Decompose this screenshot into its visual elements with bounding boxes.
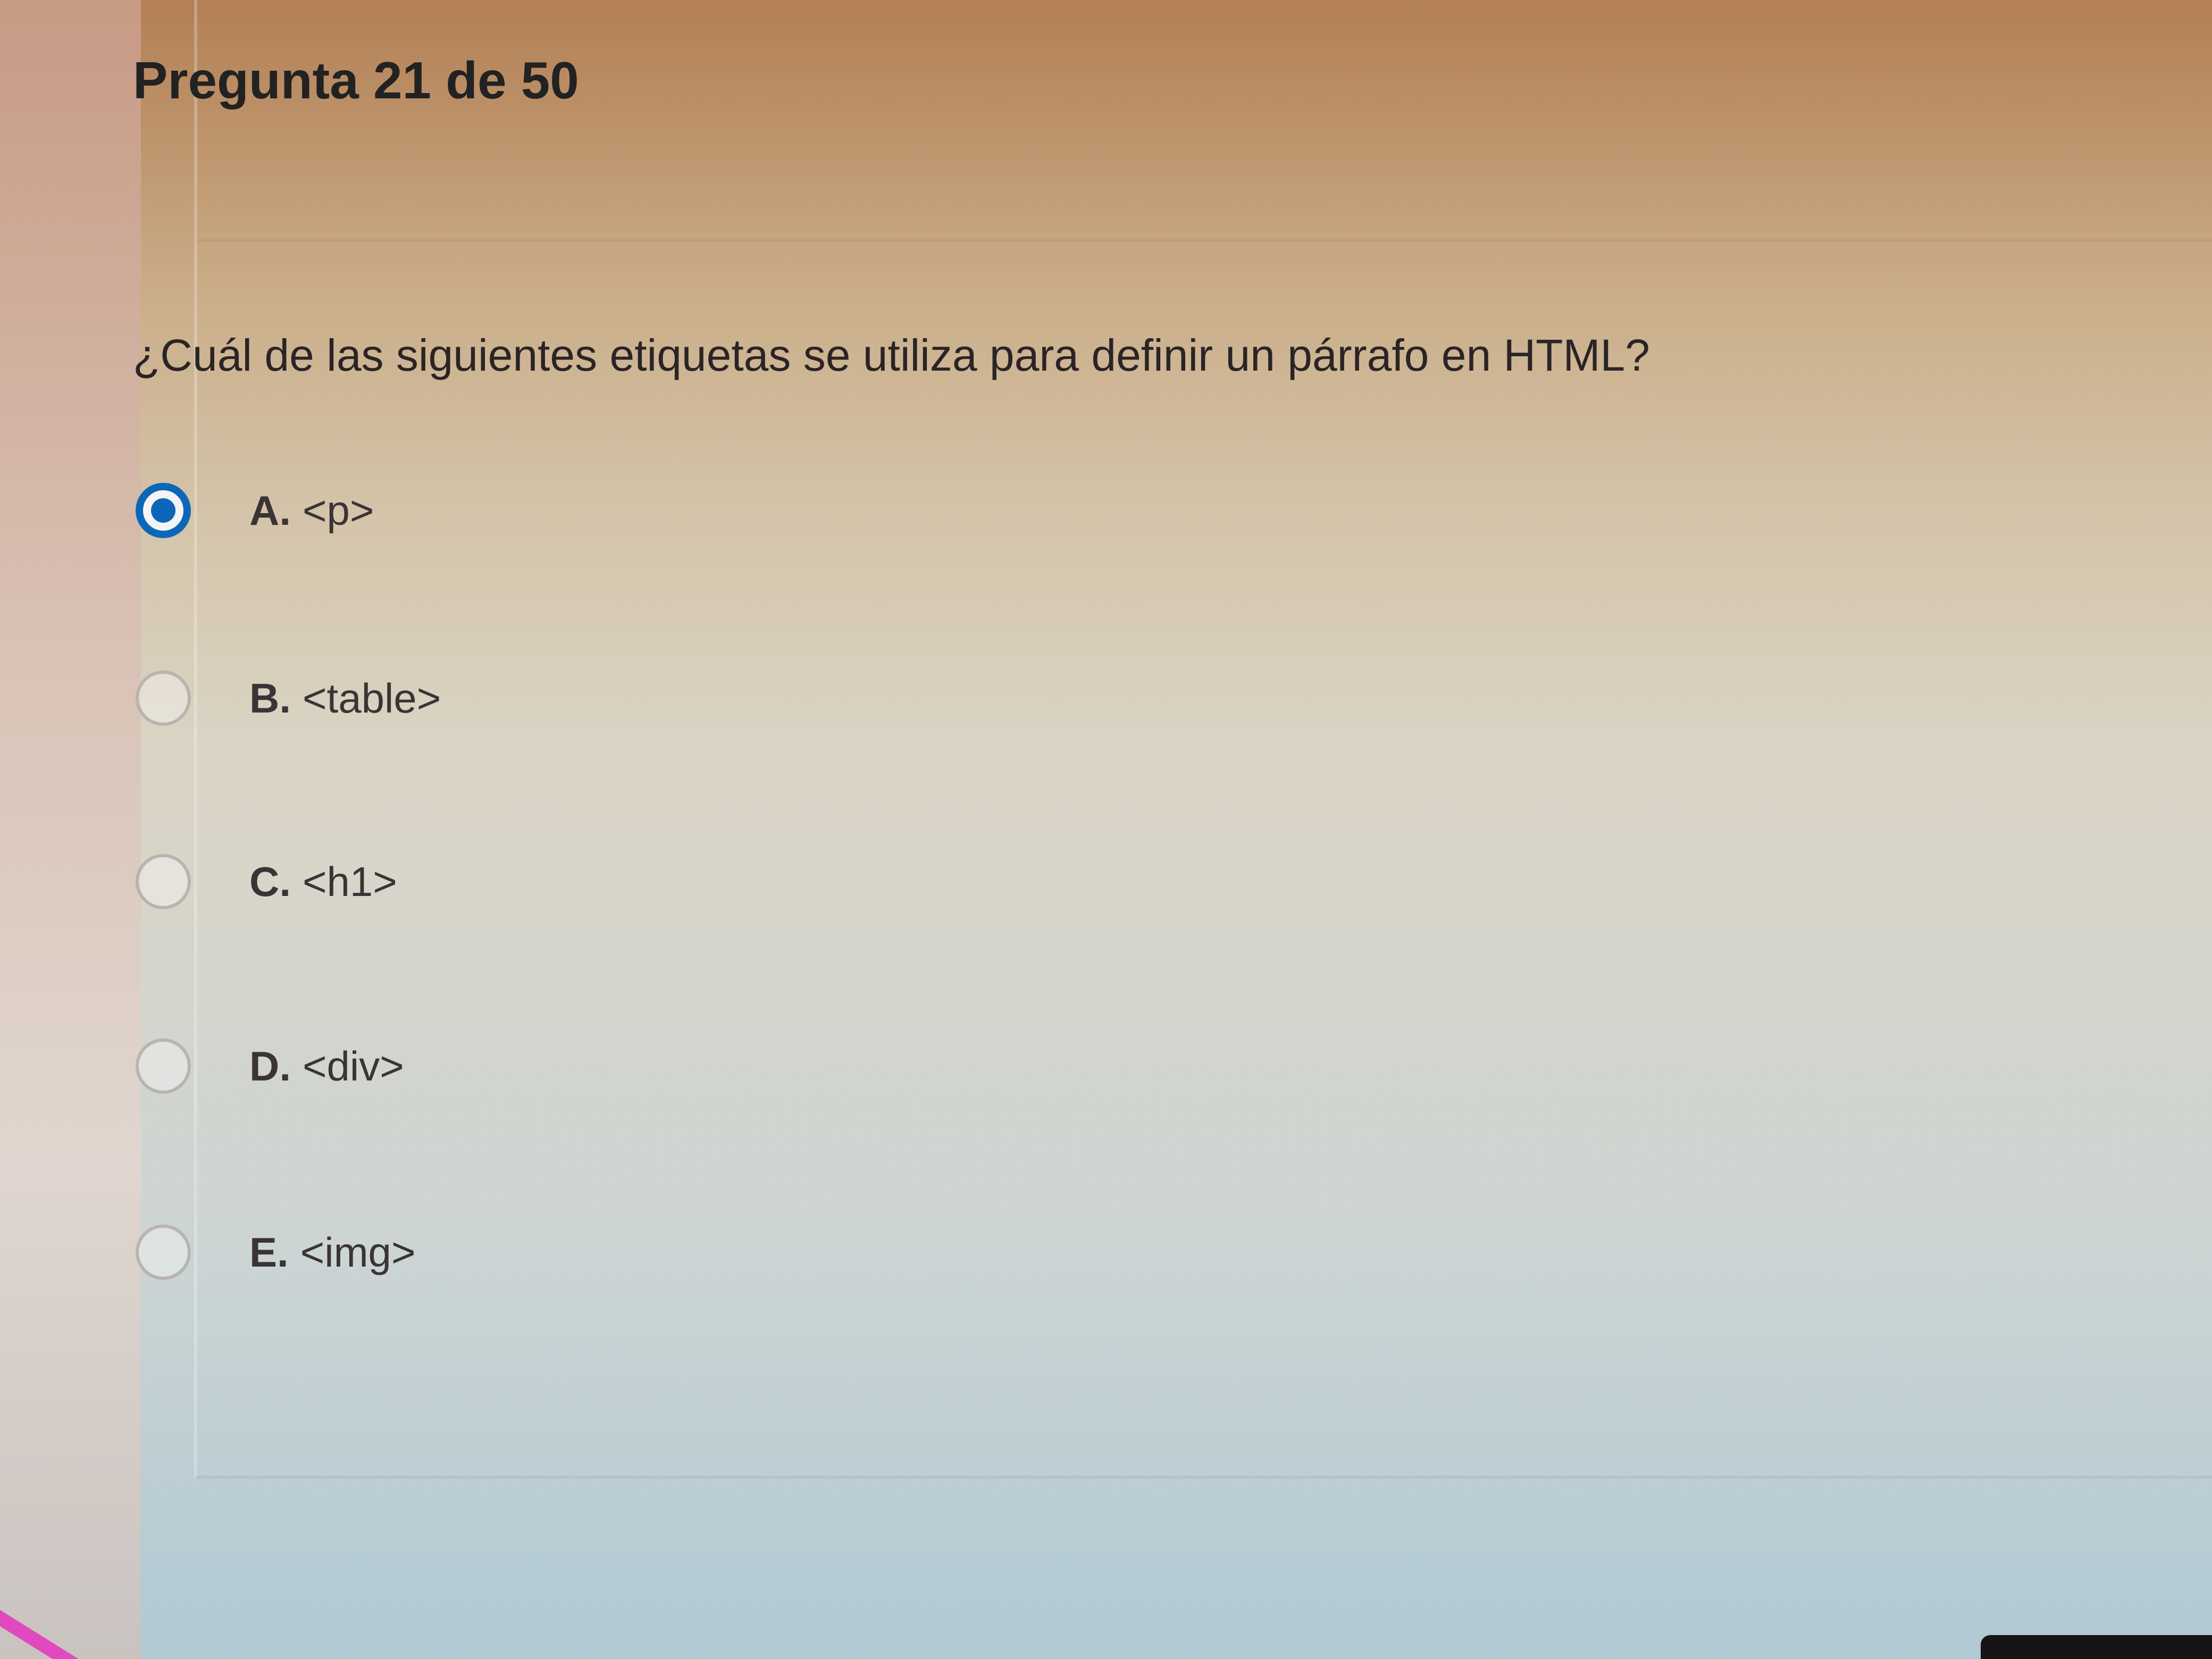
- dark-corner-element: [1981, 1635, 2212, 1659]
- option-b[interactable]: B. <table>: [136, 666, 441, 730]
- question-header: [197, 0, 2212, 241]
- option-e[interactable]: E. <img>: [136, 1220, 416, 1284]
- option-text: <p>: [303, 487, 374, 534]
- question-text: ¿Cuál de las siguientes etiquetas se uti…: [133, 330, 1650, 380]
- option-letter: A.: [249, 487, 291, 534]
- option-letter: B.: [249, 674, 291, 722]
- radio-button[interactable]: [136, 1225, 191, 1280]
- radio-button[interactable]: [136, 1038, 191, 1094]
- option-text: <table>: [303, 674, 441, 722]
- desk-edge: [0, 0, 141, 1659]
- question-number: Pregunta 21 de 50: [133, 51, 579, 110]
- radio-button[interactable]: [136, 671, 191, 726]
- option-text: <div>: [303, 1042, 404, 1090]
- screen: [141, 0, 2212, 1659]
- radio-button[interactable]: [136, 854, 191, 909]
- option-text: <h1>: [303, 858, 397, 905]
- option-a[interactable]: A. <p>: [136, 479, 374, 542]
- option-letter: C.: [249, 858, 291, 905]
- question-card: [194, 0, 2212, 1479]
- option-text: <img>: [300, 1228, 416, 1276]
- option-letter: D.: [249, 1042, 291, 1090]
- option-c[interactable]: C. <h1>: [136, 850, 397, 914]
- radio-button-selected[interactable]: [136, 483, 191, 538]
- option-letter: E.: [249, 1228, 289, 1276]
- option-d[interactable]: D. <div>: [136, 1034, 404, 1098]
